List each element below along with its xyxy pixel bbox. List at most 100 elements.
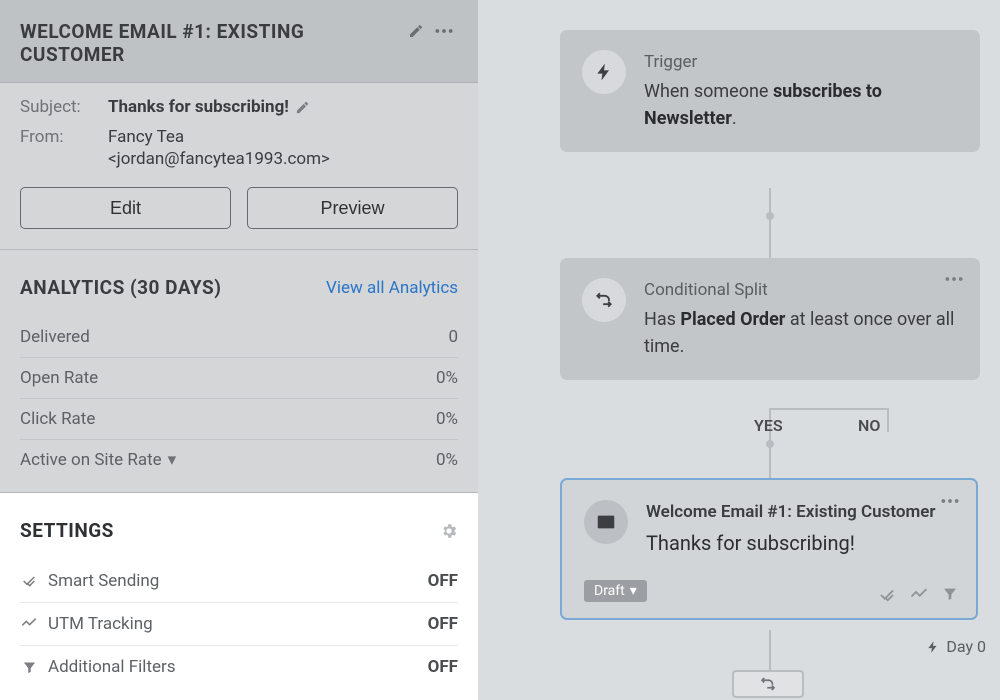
email-node-toolbar [878, 586, 958, 604]
settings-section: SETTINGS Smart Sending OFF UTM Tracking … [0, 493, 478, 700]
connector-dot [766, 440, 774, 448]
edit-card-title-button[interactable] [402, 20, 430, 42]
filter-icon [20, 658, 38, 676]
subject-row: Subject: Thanks for subscribing! [20, 97, 458, 117]
settings-header: SETTINGS [20, 519, 458, 542]
smart-sending-state: OFF [428, 571, 458, 591]
split-title: Conditional Split [644, 278, 958, 304]
from-label: From: [20, 127, 108, 169]
subject-value: Thanks for subscribing! [108, 97, 458, 117]
view-all-analytics-link[interactable]: View all Analytics [326, 278, 458, 298]
subject-label: Subject: [20, 97, 108, 117]
email-filter-icon[interactable] [942, 586, 958, 604]
connector-line [887, 408, 889, 432]
settings-title: SETTINGS [20, 519, 114, 542]
chevron-down-icon: ▾ [630, 583, 637, 599]
split-icon-bubble [582, 278, 626, 322]
connector-dot [766, 212, 774, 220]
status-text: Draft [594, 583, 625, 599]
settings-gear-button[interactable] [440, 522, 458, 540]
additional-filters-state: OFF [428, 657, 458, 677]
stat-delivered-label: Delivered [20, 327, 90, 347]
stat-open-rate-label: Open Rate [20, 368, 98, 388]
bolt-icon [926, 640, 940, 654]
email-node-title: Welcome Email #1: Existing Customer [646, 500, 954, 526]
stat-click-rate-value: 0% [436, 409, 458, 429]
split-more-button[interactable] [944, 276, 964, 282]
setting-smart-sending[interactable]: Smart Sending OFF [20, 560, 458, 603]
status-chip[interactable]: Draft ▾ [584, 580, 647, 602]
day-badge: Day 0 [926, 637, 986, 656]
mail-icon [595, 511, 617, 533]
utm-tracking-state: OFF [428, 614, 458, 634]
trigger-icon-bubble [582, 50, 626, 94]
ellipsis-icon [944, 276, 964, 282]
branch-yes-label: YES [754, 416, 783, 435]
day-badge-text: Day 0 [946, 637, 986, 656]
from-value: Fancy Tea <jordan@fancytea1993.com> [108, 127, 458, 169]
preview-button[interactable]: Preview [247, 187, 458, 229]
stat-open-rate-value: 0% [436, 368, 458, 388]
flow-add-step-button[interactable] [732, 670, 804, 698]
email-smart-sending-icon[interactable] [878, 586, 896, 604]
setting-additional-filters[interactable]: Additional Filters OFF [20, 646, 458, 688]
connector-line [769, 408, 889, 410]
email-icon-bubble [584, 500, 628, 544]
email-analytics-icon[interactable] [910, 586, 928, 604]
trigger-description: When someone subscribes to Newsletter. [644, 78, 958, 132]
trigger-title: Trigger [644, 50, 958, 76]
left-panel: WELCOME EMAIL #1: EXISTING CUSTOMER Subj… [0, 0, 478, 698]
stat-active-rate-text: Active on Site Rate [20, 450, 162, 470]
setting-utm-tracking[interactable]: UTM Tracking OFF [20, 603, 458, 646]
chevron-down-icon: ▾ [168, 450, 177, 470]
edit-subject-button[interactable] [295, 100, 310, 115]
flow-canvas[interactable]: Trigger When someone subscribes to Newsl… [478, 0, 1000, 698]
email-details: Subject: Thanks for subscribing! From: F… [0, 83, 478, 250]
stat-delivered: Delivered 0 [20, 317, 458, 358]
card-more-button[interactable] [430, 20, 458, 42]
smart-sending-label: Smart Sending [48, 571, 159, 591]
conditional-split-node[interactable]: Conditional Split Has Placed Order at le… [560, 258, 980, 380]
stat-active-rate-label: Active on Site Rate ▾ [20, 450, 176, 470]
email-card-title: WELCOME EMAIL #1: EXISTING CUSTOMER [20, 20, 402, 66]
utm-tracking-label: UTM Tracking [48, 614, 153, 634]
branch-icon [759, 675, 777, 693]
split-description: Has Placed Order at least once over all … [644, 306, 958, 360]
edit-button[interactable]: Edit [20, 187, 231, 229]
stat-click-rate: Click Rate 0% [20, 399, 458, 440]
additional-filters-label: Additional Filters [48, 657, 176, 677]
stat-active-rate-value: 0% [436, 450, 458, 470]
stat-click-rate-label: Click Rate [20, 409, 95, 429]
trigger-text-suffix: . [732, 108, 737, 129]
smart-sending-icon [20, 572, 38, 590]
connector-line [769, 630, 771, 670]
utm-tracking-icon [20, 615, 38, 633]
ellipsis-icon [434, 28, 454, 34]
pencil-icon [295, 100, 310, 115]
branch-icon [594, 290, 614, 310]
stat-delivered-value: 0 [448, 327, 458, 347]
email-body: Welcome Email #1: Existing Customer Than… [646, 500, 954, 558]
from-row: From: Fancy Tea <jordan@fancytea1993.com… [20, 127, 458, 169]
branch-no-label: NO [858, 416, 880, 435]
stat-active-rate[interactable]: Active on Site Rate ▾ 0% [20, 440, 458, 480]
analytics-header: ANALYTICS (30 DAYS) View all Analytics [20, 276, 458, 299]
from-email: <jordan@fancytea1993.com> [108, 149, 330, 169]
analytics-title: ANALYTICS (30 DAYS) [20, 276, 221, 299]
ellipsis-icon [940, 498, 960, 504]
trigger-text-prefix: When someone [644, 81, 773, 102]
bolt-icon [594, 62, 614, 82]
analytics-section: ANALYTICS (30 DAYS) View all Analytics D… [0, 250, 478, 493]
connector-line [769, 188, 771, 258]
trigger-body: Trigger When someone subscribes to Newsl… [644, 50, 958, 132]
split-text-strong: Placed Order [680, 309, 785, 330]
gear-icon [440, 522, 458, 540]
button-row: Edit Preview [20, 187, 458, 229]
split-text-prefix: Has [644, 309, 680, 330]
subject-text: Thanks for subscribing! [108, 97, 289, 117]
split-body: Conditional Split Has Placed Order at le… [644, 278, 958, 360]
trigger-node[interactable]: Trigger When someone subscribes to Newsl… [560, 30, 980, 152]
from-name: Fancy Tea [108, 127, 184, 147]
email-node[interactable]: Welcome Email #1: Existing Customer Than… [560, 478, 978, 620]
email-more-button[interactable] [940, 498, 960, 504]
